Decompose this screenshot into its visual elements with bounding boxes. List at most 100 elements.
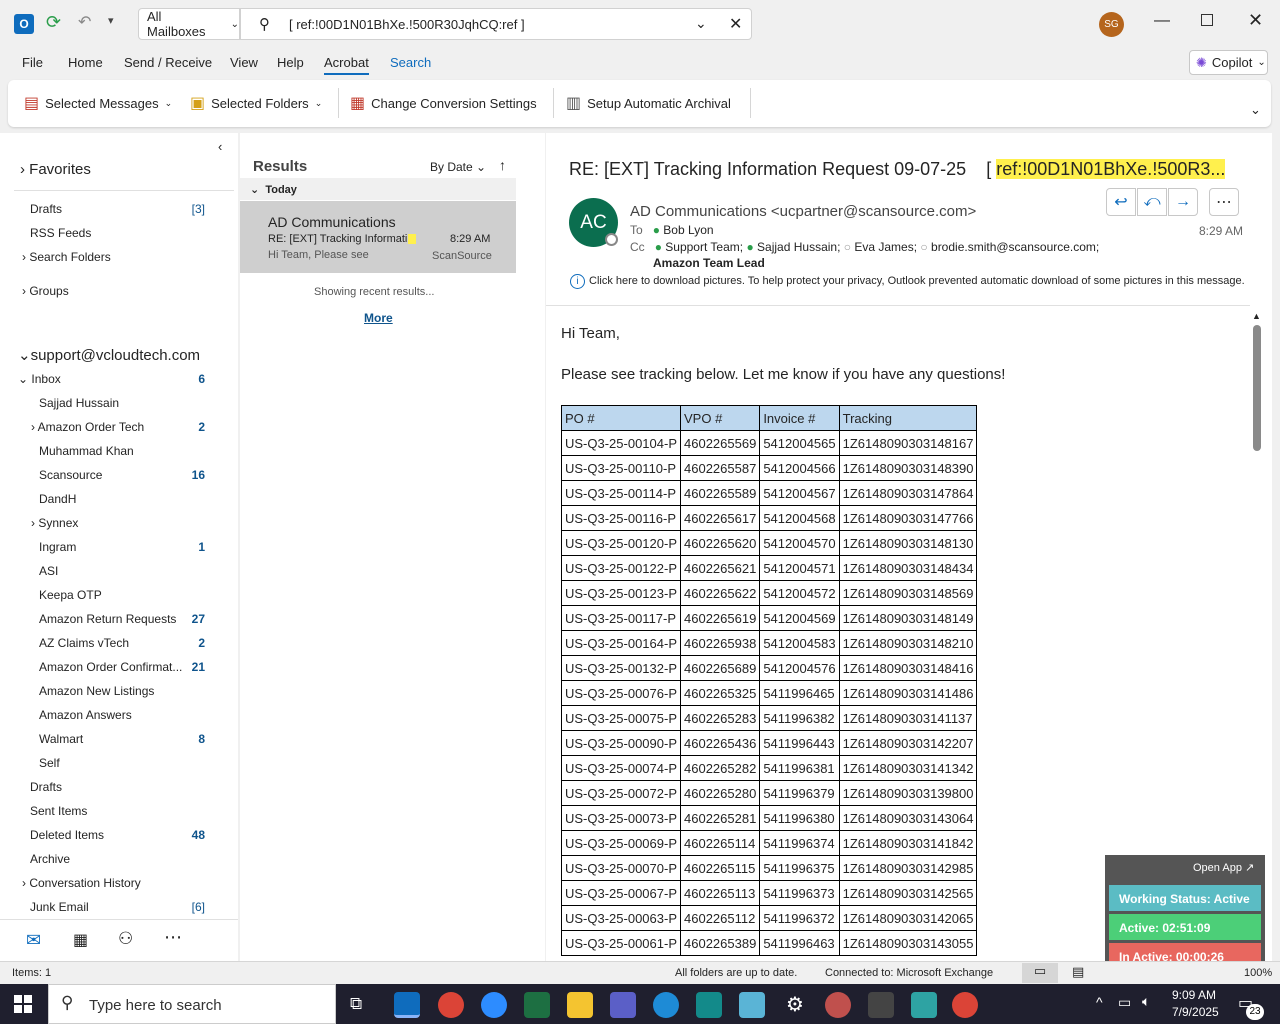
scroll-up-icon[interactable]: ▲ bbox=[1252, 311, 1261, 321]
edge-taskbar-icon[interactable] bbox=[653, 992, 679, 1018]
chrome-taskbar-icon[interactable] bbox=[438, 992, 464, 1018]
selected-folders-button[interactable]: ▣ Selected Folders ⌄ bbox=[190, 92, 322, 114]
folder-deleted-items[interactable]: Deleted Items bbox=[30, 828, 104, 842]
to-recipient[interactable]: Bob Lyon bbox=[663, 223, 713, 237]
message-item[interactable]: AD Communications RE: [EXT] Tracking Inf… bbox=[240, 201, 516, 273]
folder-item[interactable]: ASI bbox=[39, 564, 58, 578]
clear-search-icon[interactable]: ✕ bbox=[729, 14, 742, 34]
folder-item[interactable]: Amazon New Listings bbox=[39, 684, 154, 698]
restore-icon[interactable] bbox=[1201, 14, 1213, 26]
folder-item[interactable]: › Synnex bbox=[31, 516, 78, 530]
teams-taskbar-icon[interactable] bbox=[610, 992, 636, 1018]
reply-all-button[interactable]: ⤺ bbox=[1137, 188, 1167, 216]
task-view-icon[interactable]: ⧉ bbox=[350, 994, 362, 1014]
cc-recipient[interactable]: Eva James; bbox=[854, 240, 917, 254]
collapse-pane-chevron-icon[interactable]: ‹ bbox=[218, 139, 222, 154]
favorites-header[interactable]: › Favorites bbox=[20, 161, 91, 178]
reading-view-icon[interactable]: ▤ bbox=[1072, 964, 1084, 980]
menu-send-receive[interactable]: Send / Receive bbox=[124, 55, 212, 70]
zoom-level[interactable]: 100% bbox=[1244, 967, 1272, 979]
zoom-taskbar-icon[interactable] bbox=[481, 992, 507, 1018]
sync-icon[interactable]: ⟳ bbox=[46, 12, 61, 33]
folder-item[interactable]: DandH bbox=[39, 492, 76, 506]
folder-item[interactable]: Amazon Return Requests bbox=[39, 612, 176, 626]
menu-acrobat[interactable]: Acrobat bbox=[324, 55, 369, 75]
search-box[interactable]: ⚲ [ ref:!00D1N01BhXe.!500R30JqhCQ:ref ] … bbox=[240, 8, 752, 40]
search-input[interactable]: [ ref:!00D1N01BhXe.!500R30JqhCQ:ref ] bbox=[289, 17, 525, 32]
app-taskbar-icon[interactable] bbox=[911, 992, 937, 1018]
settings-taskbar-icon[interactable]: ⚙ bbox=[782, 992, 808, 1018]
folder-item[interactable]: Amazon Answers bbox=[39, 708, 132, 722]
cc-recipient[interactable]: Support Team; bbox=[665, 240, 743, 254]
folder-item[interactable]: Muhammad Khan bbox=[39, 444, 134, 458]
app-taskbar-icon[interactable] bbox=[825, 992, 851, 1018]
copilot-button[interactable]: ✺ Copilot ⌄ bbox=[1189, 50, 1268, 75]
open-app-button[interactable]: Open App ↗ bbox=[1193, 861, 1254, 874]
folder-item[interactable]: Amazon Order Confirmat... bbox=[39, 660, 182, 674]
ribbon-expand-chevron-icon[interactable]: ⌄ bbox=[1250, 102, 1261, 118]
taskbar-time[interactable]: 9:09 AM bbox=[1172, 988, 1216, 1002]
cc-recipient[interactable]: brodie.smith@scansource.com; bbox=[931, 240, 1099, 254]
sort-direction-icon[interactable]: ↑ bbox=[499, 157, 506, 173]
app-taskbar-icon[interactable] bbox=[696, 992, 722, 1018]
volume-icon[interactable]: 🔈︎ bbox=[1142, 993, 1150, 1010]
mailbox-scope-dropdown[interactable]: All Mailboxes ⌄ bbox=[138, 8, 240, 40]
normal-view-icon[interactable]: ▭ bbox=[1022, 963, 1058, 983]
search-options-chevron-icon[interactable]: ⌄ bbox=[695, 15, 707, 32]
setup-automatic-archival-button[interactable]: ▥ Setup Automatic Archival bbox=[566, 92, 731, 114]
mail-icon[interactable]: ✉ bbox=[26, 930, 41, 951]
folder-item[interactable]: AZ Claims vTech bbox=[39, 636, 129, 650]
file-explorer-taskbar-icon[interactable] bbox=[567, 992, 593, 1018]
folder-drafts[interactable]: Drafts bbox=[30, 780, 62, 794]
folder-item[interactable]: › Amazon Order Tech bbox=[31, 420, 144, 434]
app-taskbar-icon[interactable] bbox=[739, 992, 765, 1018]
undo-icon[interactable]: ↶ bbox=[78, 12, 91, 32]
folder-item[interactable]: Scansource bbox=[39, 468, 102, 482]
menu-view[interactable]: View bbox=[230, 55, 258, 70]
minimize-icon[interactable]: — bbox=[1154, 12, 1170, 30]
people-icon[interactable]: ⚇ bbox=[118, 929, 133, 949]
more-link[interactable]: More bbox=[364, 311, 393, 325]
groups-header[interactable]: › Groups bbox=[22, 284, 69, 298]
download-pictures-notice[interactable]: Click here to download pictures. To help… bbox=[589, 275, 1249, 288]
network-icon[interactable]: ▭ bbox=[1118, 994, 1131, 1011]
taskbar-date[interactable]: 7/9/2025 bbox=[1172, 1005, 1219, 1019]
sort-dropdown[interactable]: By Date ⌄ bbox=[430, 160, 486, 174]
menu-file[interactable]: File bbox=[22, 55, 43, 70]
folder-item[interactable]: Ingram bbox=[39, 540, 76, 554]
folder-item[interactable]: Sajjad Hussain bbox=[39, 396, 119, 410]
folder-inbox[interactable]: ⌄ Inbox bbox=[18, 372, 61, 386]
excel-taskbar-icon[interactable] bbox=[524, 992, 550, 1018]
menu-home[interactable]: Home bbox=[68, 55, 103, 70]
more-apps-icon[interactable]: ⋯ bbox=[164, 927, 182, 948]
cc-recipient[interactable]: Amazon Team Lead bbox=[653, 256, 765, 270]
folder-junk-email[interactable]: Junk Email bbox=[30, 900, 89, 914]
avatar[interactable]: SG bbox=[1099, 12, 1124, 37]
folder-item[interactable]: Walmart bbox=[39, 732, 83, 746]
account-header[interactable]: ⌄support@vcloudtech.com bbox=[18, 346, 200, 364]
menu-search[interactable]: Search bbox=[390, 55, 431, 70]
more-actions-button[interactable]: ⋯ bbox=[1209, 188, 1239, 216]
scrollbar-thumb[interactable] bbox=[1253, 325, 1261, 451]
folder-item[interactable]: Keepa OTP bbox=[39, 588, 102, 602]
folder-drafts-favorite[interactable]: Drafts bbox=[30, 202, 62, 216]
chevron-up-icon[interactable]: ^ bbox=[1096, 994, 1103, 1010]
change-conversion-settings-button[interactable]: ▦ Change Conversion Settings bbox=[350, 92, 537, 114]
outlook-taskbar-icon[interactable] bbox=[394, 992, 420, 1018]
group-header-today[interactable]: ⌄ Today bbox=[240, 178, 516, 200]
forward-button[interactable]: → bbox=[1168, 188, 1198, 216]
folder-item[interactable]: Self bbox=[39, 756, 60, 770]
app-taskbar-icon[interactable] bbox=[868, 992, 894, 1018]
customize-toolbar-icon[interactable]: ▾ bbox=[108, 14, 114, 27]
cc-recipient[interactable]: Sajjad Hussain; bbox=[757, 240, 840, 254]
close-window-icon[interactable]: ✕ bbox=[1248, 10, 1263, 31]
windows-start-icon[interactable] bbox=[14, 995, 32, 1013]
folder-archive[interactable]: Archive bbox=[30, 852, 70, 866]
email-from[interactable]: AD Communications <ucpartner@scansource.… bbox=[630, 203, 976, 220]
folder-sent-items[interactable]: Sent Items bbox=[30, 804, 87, 818]
calendar-icon[interactable]: ▦ bbox=[73, 930, 88, 950]
menu-help[interactable]: Help bbox=[277, 55, 304, 70]
reply-button[interactable]: ↩ bbox=[1106, 188, 1136, 216]
selected-messages-button[interactable]: ▤ Selected Messages ⌄ bbox=[24, 92, 172, 114]
folder-search-folders[interactable]: › Search Folders bbox=[22, 250, 111, 264]
